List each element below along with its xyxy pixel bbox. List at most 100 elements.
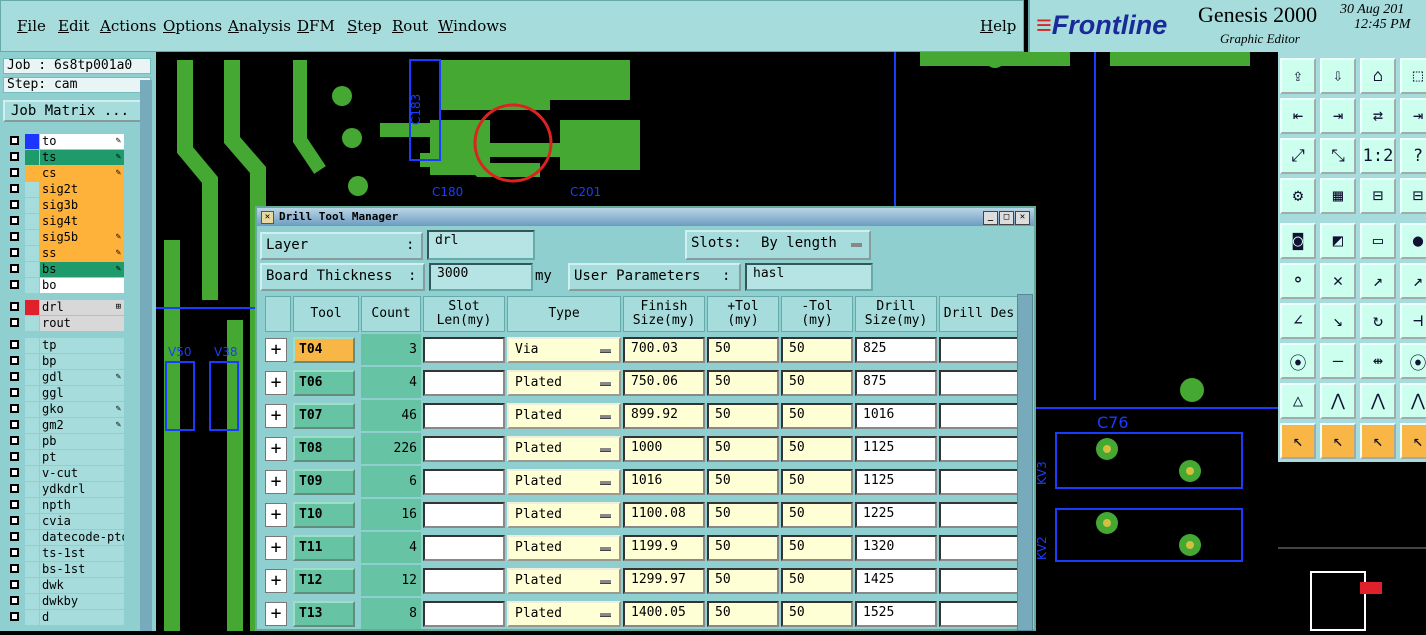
layer-checkbox[interactable] bbox=[10, 356, 19, 365]
layer-checkbox[interactable] bbox=[10, 436, 19, 445]
drill-size-input[interactable]: 1016 bbox=[855, 402, 937, 429]
slot-len-input[interactable] bbox=[423, 402, 505, 429]
tool-button[interactable]: ⇹ bbox=[1360, 343, 1396, 379]
layer-color-swatch[interactable] bbox=[25, 214, 39, 229]
expand-icon[interactable]: + bbox=[265, 502, 287, 527]
tool-button[interactable]: ↖ bbox=[1400, 423, 1426, 459]
menu-dfm[interactable]: DFM bbox=[297, 17, 335, 35]
layer-row[interactable]: ts ✎ bbox=[8, 150, 124, 165]
expand-icon[interactable]: + bbox=[265, 370, 287, 395]
layer-row[interactable]: gm2 ✎ bbox=[8, 418, 124, 433]
tool-button[interactable]: T07 bbox=[293, 402, 355, 429]
expand-icon[interactable]: + bbox=[265, 469, 287, 494]
tool-button[interactable]: ⊟ bbox=[1400, 178, 1426, 214]
table-row[interactable]: + T09 6 Plated 1016 50 50 1125 bbox=[265, 466, 1019, 497]
layer-color-swatch[interactable] bbox=[25, 418, 39, 433]
layer-checkbox[interactable] bbox=[10, 388, 19, 397]
layer-checkbox[interactable] bbox=[10, 404, 19, 413]
layer-checkbox[interactable] bbox=[10, 484, 19, 493]
tool-button[interactable]: ↗ bbox=[1360, 263, 1396, 299]
minus-tol-input[interactable]: 50 bbox=[781, 402, 853, 429]
tool-button[interactable]: ✕ bbox=[1320, 263, 1356, 299]
table-row[interactable]: + T11 4 Plated 1199.9 50 50 1320 bbox=[265, 532, 1019, 563]
layer-row[interactable]: pt bbox=[8, 450, 124, 465]
menu-options[interactable]: Options bbox=[163, 17, 222, 35]
layer-row[interactable]: drl ⊞ bbox=[8, 300, 124, 315]
layer-color-swatch[interactable] bbox=[25, 166, 39, 181]
layer-color-swatch[interactable] bbox=[25, 578, 39, 593]
minimap[interactable] bbox=[1278, 462, 1426, 631]
plus-tol-input[interactable]: 50 bbox=[707, 567, 779, 594]
layer-color-swatch[interactable] bbox=[25, 610, 39, 625]
layer-color-swatch[interactable] bbox=[25, 482, 39, 497]
layer-color-swatch[interactable] bbox=[25, 530, 39, 545]
layer-field[interactable]: drl bbox=[427, 230, 535, 260]
layer-color-swatch[interactable] bbox=[25, 182, 39, 197]
tool-button[interactable]: T10 bbox=[293, 501, 355, 528]
layer-checkbox[interactable] bbox=[10, 548, 19, 557]
plus-tol-input[interactable]: 50 bbox=[707, 534, 779, 561]
expand-icon[interactable]: + bbox=[265, 535, 287, 560]
layer-row[interactable]: sig5b ✎ bbox=[8, 230, 124, 245]
layer-row[interactable]: bo bbox=[8, 278, 124, 293]
layer-row[interactable]: gko ✎ bbox=[8, 402, 124, 417]
tool-button[interactable]: ⚬ bbox=[1280, 263, 1316, 299]
tool-button[interactable]: ↻ bbox=[1360, 303, 1396, 339]
layer-color-swatch[interactable] bbox=[25, 198, 39, 213]
tool-button[interactable]: ↖ bbox=[1320, 423, 1356, 459]
layer-checkbox[interactable] bbox=[10, 468, 19, 477]
drill-des-input[interactable] bbox=[939, 567, 1019, 594]
layer-row[interactable]: to ✎ bbox=[8, 134, 124, 149]
layer-color-swatch[interactable] bbox=[25, 316, 39, 331]
layer-color-swatch[interactable] bbox=[25, 246, 39, 261]
layer-checkbox[interactable] bbox=[10, 340, 19, 349]
menu-rout[interactable]: Rout bbox=[392, 17, 428, 35]
layer-checkbox[interactable] bbox=[10, 516, 19, 525]
tool-button[interactable]: ⇥ bbox=[1320, 98, 1356, 134]
tool-button[interactable]: ⇥ bbox=[1400, 98, 1426, 134]
drill-size-input[interactable]: 1125 bbox=[855, 468, 937, 495]
tool-button[interactable]: ⋀ bbox=[1320, 383, 1356, 419]
tool-button[interactable]: ↖ bbox=[1280, 423, 1316, 459]
layer-row[interactable]: sig2t bbox=[8, 182, 124, 197]
layer-row[interactable]: ts-1st bbox=[8, 546, 124, 561]
minus-tol-input[interactable]: 50 bbox=[781, 567, 853, 594]
minus-tol-input[interactable]: 50 bbox=[781, 369, 853, 396]
drill-size-input[interactable]: 1425 bbox=[855, 567, 937, 594]
layer-color-swatch[interactable] bbox=[25, 230, 39, 245]
plus-tol-input[interactable]: 50 bbox=[707, 600, 779, 627]
layer-row[interactable]: bs ✎ bbox=[8, 262, 124, 277]
drill-size-input[interactable]: 825 bbox=[855, 336, 937, 363]
layer-checkbox[interactable] bbox=[10, 500, 19, 509]
layer-row[interactable]: ss ✎ bbox=[8, 246, 124, 261]
table-row[interactable]: + T10 16 Plated 1100.08 50 50 1225 bbox=[265, 499, 1019, 530]
tool-button[interactable]: ⊟ bbox=[1360, 178, 1396, 214]
user-parameters-field[interactable]: hasl bbox=[745, 263, 873, 291]
table-row[interactable]: + T13 8 Plated 1400.05 50 50 1525 bbox=[265, 598, 1019, 629]
tool-button[interactable]: ⇩ bbox=[1320, 58, 1356, 94]
layer-row[interactable]: npth bbox=[8, 498, 124, 513]
layer-color-swatch[interactable] bbox=[25, 134, 39, 149]
tool-button[interactable]: T06 bbox=[293, 369, 355, 396]
layer-row[interactable]: ggl bbox=[8, 386, 124, 401]
finish-size-input[interactable]: 1000 bbox=[623, 435, 705, 462]
layer-checkbox[interactable] bbox=[10, 152, 19, 161]
tool-button[interactable]: ⤡ bbox=[1320, 138, 1356, 174]
drill-size-input[interactable]: 1125 bbox=[855, 435, 937, 462]
layer-color-swatch[interactable] bbox=[25, 150, 39, 165]
minus-tol-input[interactable]: 50 bbox=[781, 468, 853, 495]
menu-file[interactable]: File bbox=[17, 17, 46, 35]
finish-size-input[interactable]: 750.06 bbox=[623, 369, 705, 396]
tool-button[interactable]: ⬚ bbox=[1400, 58, 1426, 94]
minus-tol-input[interactable]: 50 bbox=[781, 435, 853, 462]
table-row[interactable]: + T12 12 Plated 1299.97 50 50 1425 bbox=[265, 565, 1019, 596]
layer-row[interactable]: d bbox=[8, 610, 124, 625]
layer-color-swatch[interactable] bbox=[25, 262, 39, 277]
tool-button[interactable]: ? bbox=[1400, 138, 1426, 174]
expand-icon[interactable]: + bbox=[265, 337, 287, 362]
slot-len-input[interactable] bbox=[423, 600, 505, 627]
finish-size-input[interactable]: 1016 bbox=[623, 468, 705, 495]
layer-scrollbar[interactable] bbox=[140, 80, 152, 631]
tool-button[interactable]: ⌂ bbox=[1360, 58, 1396, 94]
table-row[interactable]: + T06 4 Plated 750.06 50 50 875 bbox=[265, 367, 1019, 398]
